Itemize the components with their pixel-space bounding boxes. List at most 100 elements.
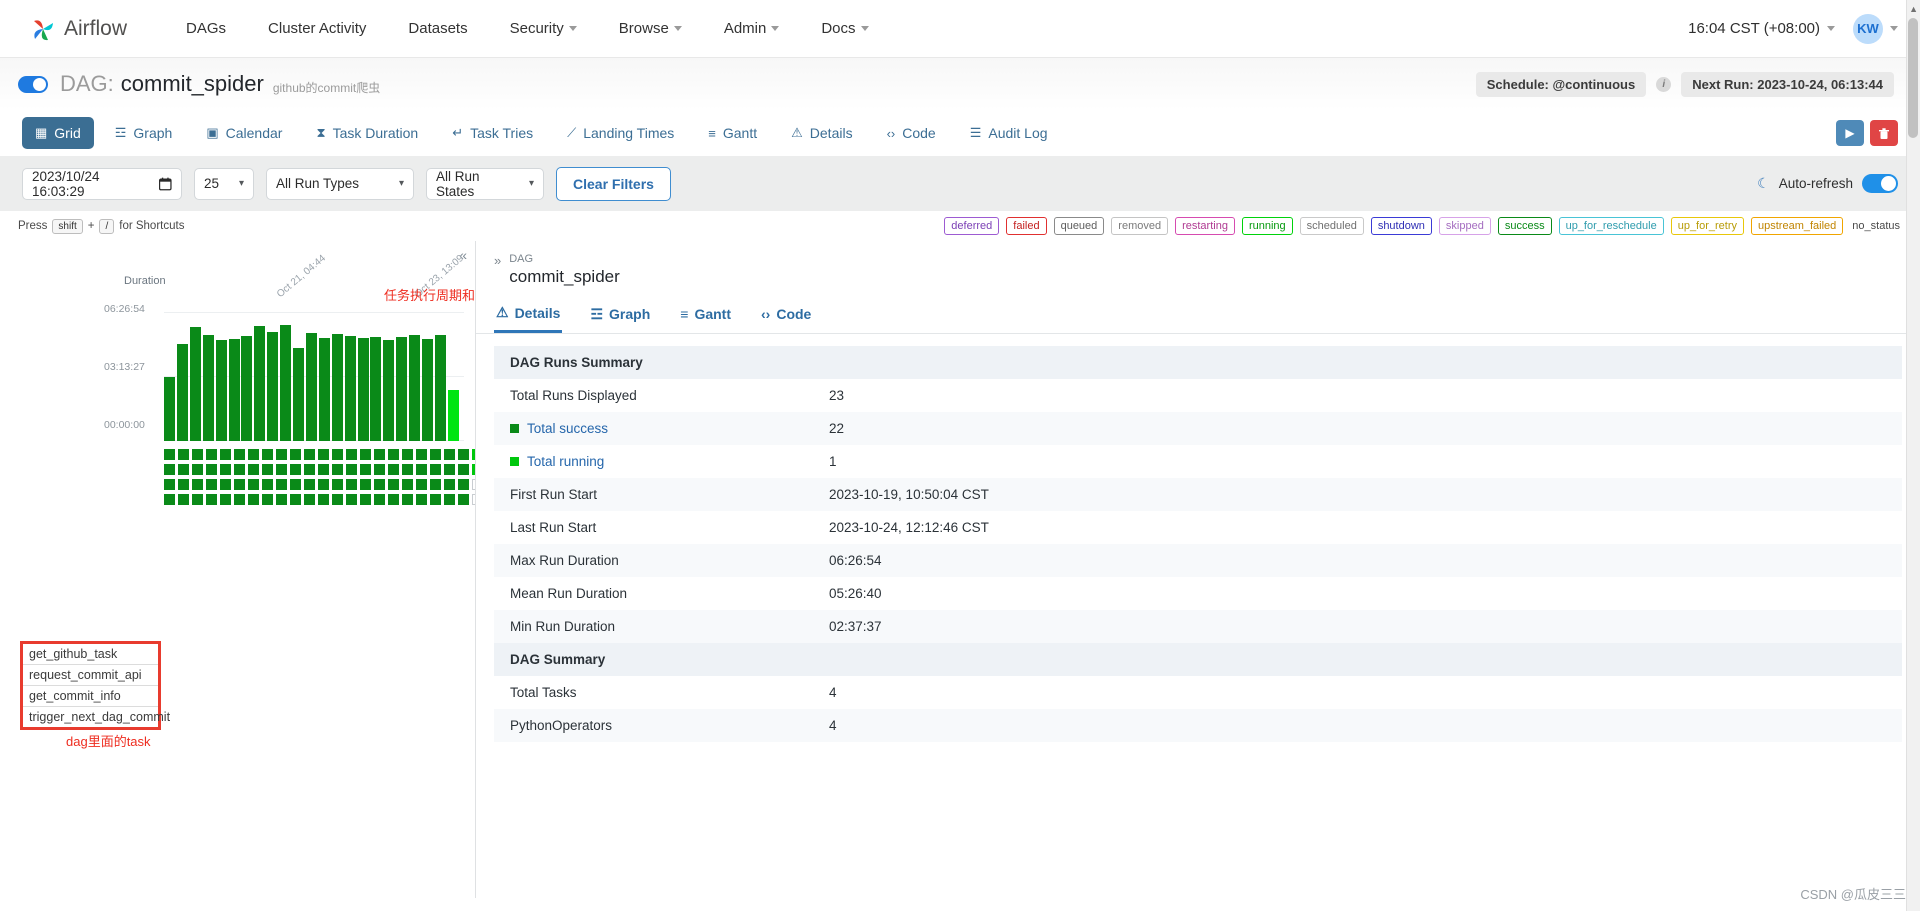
legend-no-status[interactable]: no_status bbox=[1850, 218, 1902, 234]
duration-bar[interactable] bbox=[344, 336, 356, 441]
task-instance-square[interactable] bbox=[346, 449, 357, 460]
task-instance-square[interactable] bbox=[220, 479, 231, 490]
task-instance-square[interactable] bbox=[332, 494, 343, 505]
task-row[interactable]: get_commit_info bbox=[23, 686, 158, 707]
tab-grid[interactable]: ▦ Grid bbox=[22, 117, 94, 149]
window-scrollbar[interactable]: ▲ bbox=[1906, 0, 1920, 911]
expand-panel-button[interactable]: » bbox=[494, 253, 501, 268]
duration-bar[interactable] bbox=[331, 334, 343, 441]
task-instance-square[interactable] bbox=[276, 479, 287, 490]
duration-bar[interactable] bbox=[267, 331, 279, 441]
duration-bar[interactable] bbox=[215, 339, 227, 441]
task-instance-square[interactable] bbox=[360, 449, 371, 460]
clear-filters-button[interactable]: Clear Filters bbox=[556, 166, 671, 201]
task-instance-square[interactable] bbox=[192, 464, 203, 475]
task-instance-square[interactable] bbox=[234, 494, 245, 505]
task-instance-square[interactable] bbox=[458, 464, 469, 475]
trigger-dag-button[interactable]: ▶ bbox=[1836, 120, 1864, 146]
task-instance-square[interactable] bbox=[388, 464, 399, 475]
legend-scheduled[interactable]: scheduled bbox=[1299, 217, 1364, 235]
run-date-input[interactable]: 2023/10/24 16:03:29 bbox=[22, 167, 182, 200]
task-instance-square[interactable] bbox=[374, 479, 385, 490]
tab-graph[interactable]: ☲ Graph bbox=[102, 117, 186, 149]
task-instance-square[interactable] bbox=[262, 449, 273, 460]
nav-item-security[interactable]: Security bbox=[489, 20, 598, 37]
task-instance-square[interactable] bbox=[248, 479, 259, 490]
subtab-gantt[interactable]: ≡ Gantt bbox=[678, 299, 733, 331]
task-instance-square[interactable] bbox=[304, 494, 315, 505]
task-instance-square[interactable] bbox=[290, 464, 301, 475]
task-instance-square[interactable] bbox=[304, 464, 315, 475]
user-menu[interactable]: KW bbox=[1853, 13, 1898, 44]
duration-bar[interactable] bbox=[409, 335, 421, 441]
task-instance-square[interactable] bbox=[192, 449, 203, 460]
tab-details[interactable]: ⚠ Details bbox=[778, 117, 865, 149]
task-instance-square[interactable] bbox=[164, 464, 175, 475]
brand-logo[interactable]: Airflow bbox=[28, 14, 127, 44]
nav-item-cluster-activity[interactable]: Cluster Activity bbox=[247, 20, 387, 37]
task-instance-square[interactable] bbox=[416, 494, 427, 505]
task-instance-square[interactable] bbox=[206, 479, 217, 490]
legend-failed[interactable]: failed bbox=[1006, 217, 1047, 235]
task-instance-square[interactable] bbox=[430, 479, 441, 490]
task-instance-square[interactable] bbox=[220, 464, 231, 475]
legend-up-for-reschedule[interactable]: up_for_reschedule bbox=[1558, 217, 1664, 235]
legend-running[interactable]: running bbox=[1241, 217, 1293, 235]
task-instance-square[interactable] bbox=[374, 449, 385, 460]
task-instance-square[interactable] bbox=[276, 464, 287, 475]
duration-bar[interactable] bbox=[434, 334, 446, 441]
task-row[interactable]: trigger_next_dag_commit bbox=[23, 707, 170, 727]
task-instance-square[interactable] bbox=[234, 479, 245, 490]
scroll-up-icon[interactable]: ▲ bbox=[1909, 4, 1918, 14]
task-instance-square[interactable] bbox=[164, 479, 175, 490]
legend-skipped[interactable]: skipped bbox=[1438, 217, 1491, 235]
window-scrollbar-thumb[interactable] bbox=[1908, 18, 1918, 138]
task-instance-square[interactable] bbox=[304, 449, 315, 460]
task-instance-square[interactable] bbox=[388, 479, 399, 490]
task-row[interactable]: request_commit_api bbox=[23, 665, 158, 686]
task-instance-square[interactable] bbox=[444, 449, 455, 460]
task-instance-square[interactable] bbox=[402, 494, 413, 505]
nav-item-docs[interactable]: Docs bbox=[800, 20, 889, 37]
duration-bar[interactable] bbox=[254, 326, 266, 441]
legend-up-for-retry[interactable]: up_for_retry bbox=[1670, 217, 1745, 235]
tab-landing-times[interactable]: ⟋ Landing Times bbox=[554, 117, 687, 149]
task-instance-square[interactable] bbox=[192, 494, 203, 505]
task-instance-square[interactable] bbox=[178, 479, 189, 490]
task-instance-square[interactable] bbox=[248, 449, 259, 460]
duration-bar[interactable] bbox=[447, 390, 459, 441]
run-types-select[interactable]: All Run Types ▾ bbox=[266, 167, 414, 200]
duration-bar[interactable] bbox=[280, 325, 292, 441]
subtab-code[interactable]: ‹› Code bbox=[759, 299, 813, 331]
task-instance-square[interactable] bbox=[360, 464, 371, 475]
task-instance-square[interactable] bbox=[178, 449, 189, 460]
tab-task-duration[interactable]: ⧗ Task Duration bbox=[303, 117, 431, 149]
subtab-graph[interactable]: ☲ Graph bbox=[588, 299, 652, 332]
task-instance-square[interactable] bbox=[234, 449, 245, 460]
task-instance-square[interactable] bbox=[178, 464, 189, 475]
tab-task-tries[interactable]: ↵ Task Tries bbox=[439, 117, 546, 149]
task-instance-square[interactable] bbox=[220, 449, 231, 460]
duration-bar[interactable] bbox=[293, 348, 304, 441]
task-row[interactable]: get_github_task bbox=[23, 644, 158, 665]
task-instance-square[interactable] bbox=[430, 464, 441, 475]
auto-refresh-switch[interactable] bbox=[1862, 174, 1898, 193]
duration-bar[interactable] bbox=[370, 336, 382, 441]
task-instance-square[interactable] bbox=[276, 449, 287, 460]
task-instance-square[interactable] bbox=[346, 464, 357, 475]
duration-bar[interactable] bbox=[396, 337, 408, 441]
duration-bar[interactable] bbox=[318, 338, 330, 441]
legend-deferred[interactable]: deferred bbox=[944, 217, 1000, 235]
dag-pause-toggle[interactable] bbox=[18, 75, 48, 93]
duration-bar[interactable] bbox=[357, 337, 369, 441]
legend-upstream-failed[interactable]: upstream_failed bbox=[1751, 217, 1844, 235]
task-instance-square[interactable] bbox=[458, 479, 469, 490]
run-states-select[interactable]: All Run States ▾ bbox=[426, 167, 544, 200]
task-instance-square[interactable] bbox=[444, 494, 455, 505]
task-instance-square[interactable] bbox=[458, 494, 469, 505]
table-cell-key[interactable]: Total success bbox=[494, 421, 829, 436]
task-instance-square[interactable] bbox=[360, 479, 371, 490]
task-instance-square[interactable] bbox=[458, 449, 469, 460]
tab-calendar[interactable]: ▣ Calendar bbox=[193, 117, 295, 149]
delete-dag-button[interactable] bbox=[1870, 120, 1898, 146]
